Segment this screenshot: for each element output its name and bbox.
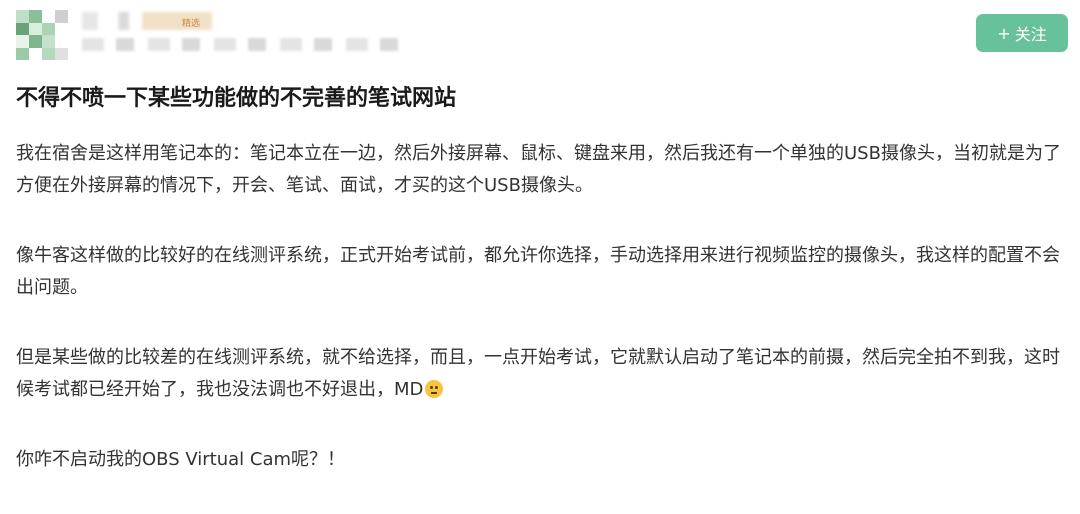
awkward-face-icon — [425, 380, 444, 398]
post-paragraph: 我在宿舍是这样用笔记本的：笔记本立在一边，然后外接屏幕、鼠标、键盘来用，然后我还… — [16, 143, 1061, 196]
follow-button[interactable]: + 关注 — [976, 14, 1068, 52]
post-title: 不得不喷一下某些功能做的不完善的笔试网站 — [16, 86, 457, 111]
post-header: 精选 + 关注 — [0, 0, 1080, 70]
user-badge: 精选 — [182, 19, 201, 29]
post-paragraph: 但是某些做的比较差的在线测评系统，就不给选择，而且，一点开始考试，它就默认启动了… — [16, 342, 1066, 406]
post-paragraph: 你咋不启动我的OBS Virtual Cam呢？！ — [16, 449, 346, 470]
avatar[interactable] — [16, 10, 68, 60]
post-paragraph-text: 但是某些做的比较差的在线测评系统，就不给选择，而且，一点开始考试，它就默认启动了… — [16, 347, 1060, 400]
post-body: 我在宿舍是这样用笔记本的：笔记本立在一边，然后外接屏幕、鼠标、键盘来用，然后我还… — [16, 138, 1066, 514]
follow-button-label: 关注 — [1014, 25, 1047, 44]
post-paragraph: 像牛客这样做的比较好的在线测评系统，正式开始考试前，都允许你选择，手动选择用来进… — [16, 245, 1060, 298]
post-meta-redacted — [82, 38, 398, 51]
plus-icon: + — [997, 23, 1011, 43]
